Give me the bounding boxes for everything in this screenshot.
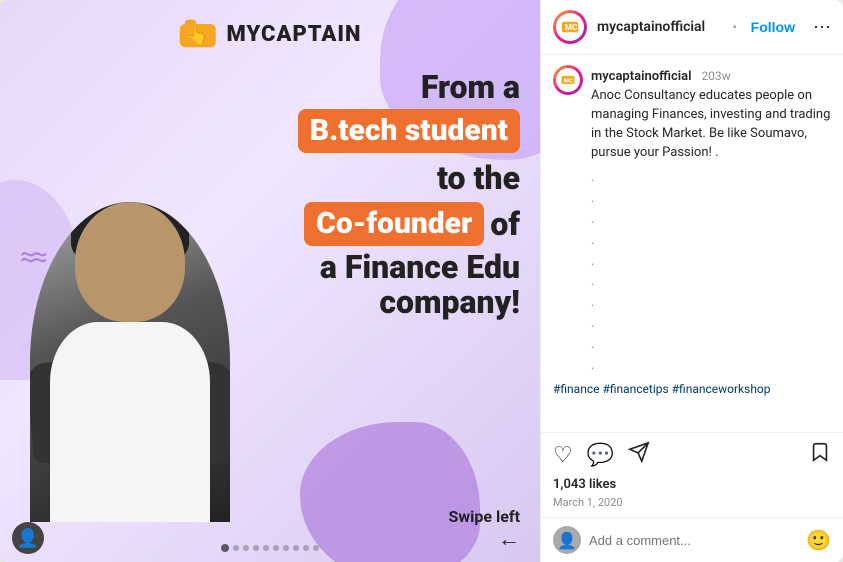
post-text-overlay: From a B.tech student to the Co-founder …	[298, 70, 520, 320]
header-separator: •	[733, 20, 737, 34]
post-line-1: From a	[298, 70, 520, 105]
post-line-2: to the	[298, 159, 520, 197]
actions-bar: ♡ 💬	[541, 432, 843, 475]
logo-icon: 👆	[179, 18, 219, 50]
share-svg-icon	[628, 441, 650, 463]
header-avatar-inner: MC	[556, 13, 584, 41]
svg-text:MC: MC	[564, 78, 573, 84]
logo-area: 👆 MYCAPTAIN	[179, 18, 362, 50]
person-figure	[30, 202, 230, 522]
dot-2[interactable]	[233, 545, 239, 551]
dot-4[interactable]	[253, 545, 259, 551]
svg-text:MC: MC	[565, 23, 578, 33]
dot-8[interactable]	[293, 545, 299, 551]
dot-5[interactable]	[263, 545, 269, 551]
likes-count: 1,043 likes	[541, 475, 843, 496]
post-line-5: company!	[298, 285, 520, 320]
like-icon[interactable]: ♡	[553, 443, 573, 468]
share-icon[interactable]	[628, 441, 650, 469]
post-line-4: a Finance Edu	[298, 250, 520, 285]
comment-avatar-icon: 👤	[557, 531, 577, 550]
caption-body: Anoc Consultancy educates people on mana…	[591, 87, 831, 162]
dot-3[interactable]	[243, 545, 249, 551]
svg-text:👆: 👆	[187, 25, 209, 46]
comment-input[interactable]	[589, 533, 798, 548]
post-image: ≈≈ 👆 MYCAPTAIN From a B.tech student to …	[0, 0, 540, 562]
comment-input-row: 👤 🙂	[541, 517, 843, 562]
caption-avatar[interactable]: MC	[553, 65, 583, 95]
post-highlight-1: B.tech student	[298, 109, 520, 153]
arrow-left-icon: ←	[498, 527, 520, 552]
hashtags[interactable]: #finance #financetips #financeworkshop	[553, 380, 831, 398]
swipe-left-text: Swipe left	[449, 507, 520, 526]
header-username[interactable]: mycaptainofficial	[597, 19, 719, 35]
wavy-decoration: ≈≈	[20, 240, 44, 273]
post-line-3: of	[490, 205, 520, 243]
dot-6[interactable]	[273, 545, 279, 551]
person-body-shape	[30, 202, 230, 522]
bookmark-icon[interactable]	[809, 441, 831, 469]
caption-text-block: mycaptainofficial 203w Anoc Consultancy …	[591, 65, 831, 162]
follow-button[interactable]: Follow	[751, 19, 795, 35]
more-options-icon[interactable]: ⋯	[805, 17, 831, 38]
caption-avatar-inner: MC	[556, 68, 580, 92]
caption-logo-small: MC	[561, 73, 575, 87]
comment-user-avatar: 👤	[553, 526, 581, 554]
post-highlight-2: Co-founder	[304, 202, 484, 246]
post-date: March 1, 2020	[541, 496, 843, 517]
dots-separator: ..........	[553, 168, 831, 376]
logo-text: MYCAPTAIN	[227, 22, 362, 47]
post-cofounder-row: Co-founder of	[298, 202, 520, 246]
comment-icon[interactable]: 💬	[587, 443, 614, 468]
header-avatar[interactable]: MC	[553, 10, 587, 44]
post-header: MC mycaptainofficial • Follow ⋯	[541, 0, 843, 55]
dot-9[interactable]	[303, 545, 309, 551]
swipe-left-area: Swipe left ←	[449, 507, 520, 552]
emoji-icon[interactable]: 🙂	[806, 528, 831, 552]
bookmark-svg-icon	[809, 441, 831, 463]
mycaptain-logo-small: MC	[561, 18, 579, 36]
dot-10[interactable]	[313, 545, 319, 551]
caption-username[interactable]: mycaptainofficial	[591, 69, 691, 84]
user-avatar-bottom[interactable]: 👤	[12, 522, 44, 554]
carousel-dots	[221, 544, 319, 552]
person-torso	[50, 322, 210, 522]
dot-7[interactable]	[283, 545, 289, 551]
instagram-card: ≈≈ 👆 MYCAPTAIN From a B.tech student to …	[0, 0, 843, 562]
dot-1[interactable]	[221, 544, 229, 552]
caption-user-row: MC mycaptainofficial 203w Anoc Consultan…	[553, 65, 831, 162]
caption-age: 203w	[701, 69, 730, 83]
user-avatar-icon: 👤	[17, 528, 39, 549]
caption-area: MC mycaptainofficial 203w Anoc Consultan…	[541, 55, 843, 432]
right-panel: MC mycaptainofficial • Follow ⋯ MC	[540, 0, 843, 562]
person-head	[75, 202, 185, 322]
